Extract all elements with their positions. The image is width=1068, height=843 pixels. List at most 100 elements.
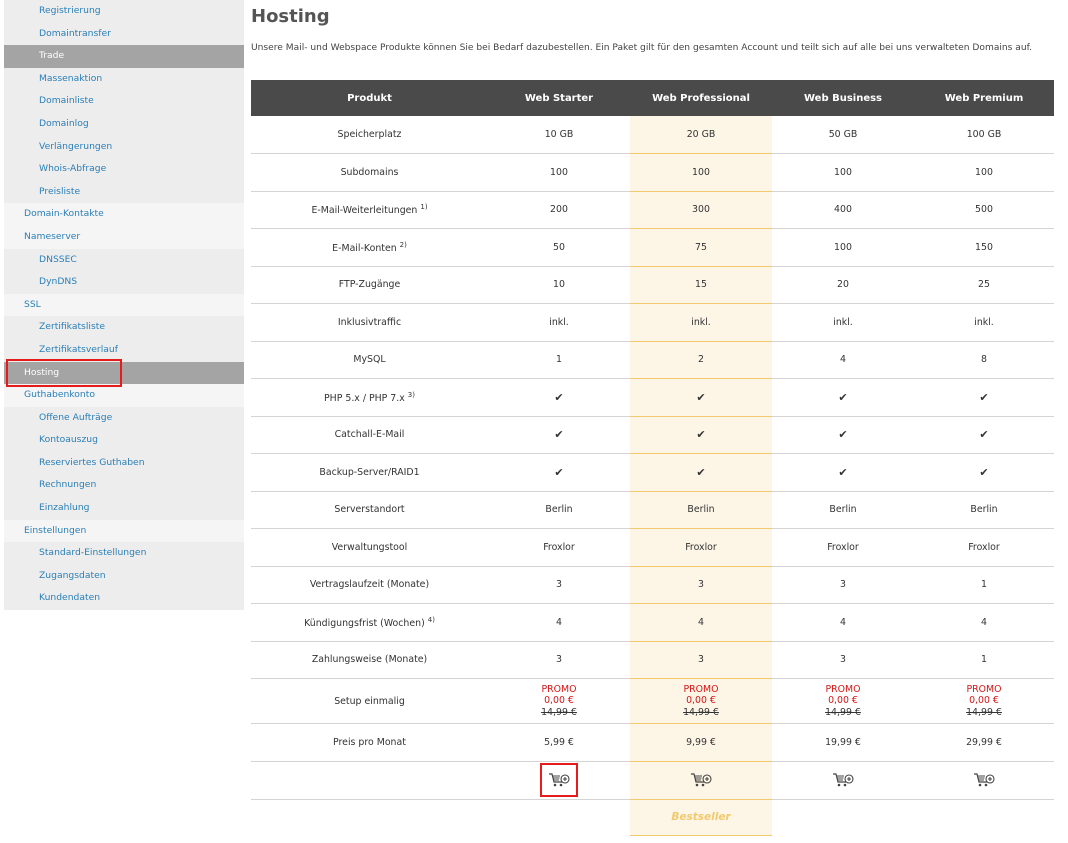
feature-value: Froxlor [914,528,1054,567]
feature-value-text: 10 [553,279,565,291]
sidebar-item-domaintransfer[interactable]: Domaintransfer [4,22,244,46]
feature-value: Berlin [488,491,630,529]
sidebar-item-dnssec[interactable]: DNSSEC [4,248,244,272]
cart-cell [630,761,772,800]
add-to-cart-web-professional-button[interactable] [690,772,712,788]
feature-value: 10 GB [488,116,630,154]
sidebar-item-offene-auftraege[interactable]: Offene Aufträge [4,406,244,430]
table-row: PHP 5.x / PHP 7.x 3) ✔ ✔ ✔ ✔ [251,378,1054,417]
feature-value: ✔ [772,378,914,417]
sidebar-item-hosting[interactable]: Hosting [4,361,244,385]
add-to-cart-web-starter-button[interactable] [548,772,570,788]
sidebar-item-ssl[interactable]: SSL [4,293,244,317]
feature-label: E-Mail-Weiterleitungen [311,205,418,217]
feature-label: PHP 5.x / PHP 7.x [324,392,405,404]
sidebar-item-einzahlung[interactable]: Einzahlung [4,497,244,520]
sidebar-item-guthabenkonto[interactable]: Guthabenkonto [4,384,244,407]
feature-label-cell: FTP-Zugänge [251,266,488,304]
setup-row: Setup einmalig PROMO 0,00 €14,99 € PROMO 0,0… [251,678,1054,724]
sidebar-item-nameserver[interactable]: Nameserver [4,225,244,249]
add-to-cart-web-business-button[interactable] [832,772,854,788]
feature-value: Berlin [772,491,914,529]
footnote-marker: 4) [427,615,435,624]
old-price: 14,99 € [541,706,577,718]
feature-value: 4 [772,603,914,642]
cart-add-icon [973,772,995,788]
feature-value: 100 GB [914,116,1054,154]
feature-value-text: 100 [692,166,710,178]
feature-value-text: 3 [556,654,562,666]
add-to-cart-web-premium-button[interactable] [973,772,995,788]
feature-value: 500 [914,191,1054,229]
sidebar-item-kundendaten[interactable]: Kundendaten [4,587,244,611]
bestseller-badge: Bestseller [671,811,731,823]
feature-value-text: inkl. [974,316,994,328]
sidebar-item-registrierung[interactable]: Registrierung [4,0,244,23]
feature-value-text: 50 [553,241,565,253]
sidebar-item-rechnungen[interactable]: Rechnungen [4,474,244,498]
sidebar-item-reserviertes-guthaben[interactable]: Reserviertes Guthaben [4,451,244,475]
feature-value-text: Froxlor [543,541,575,553]
feature-value: inkl. [630,303,772,342]
feature-label-cell: Speicherplatz [251,116,488,154]
sidebar-item-verlaengerungen[interactable]: Verlängerungen [4,135,244,159]
feature-value-text: 1 [981,579,987,591]
feature-value: Froxlor [488,528,630,567]
promo-price: 0,00 € [544,695,574,707]
feature-value: 3 [630,566,772,604]
footnote-marker: 2) [399,240,407,249]
feature-value: ✔ [914,453,1054,492]
sidebar-item-domain-kontakte[interactable]: Domain-Kontakte [4,203,244,226]
table-row: Kündigungsfrist (Wochen) 4) 4 4 4 4 [251,603,1054,642]
feature-label: MySQL [353,354,386,366]
feature-value-text: 20 GB [686,129,716,140]
sidebar-item-zugangsdaten[interactable]: Zugangsdaten [4,564,244,588]
feature-value-text: 100 [975,166,993,178]
sidebar-item-kontoauszug[interactable]: Kontoauszug [4,429,244,452]
header-produkt: Produkt [251,80,488,116]
cart-row [251,761,1054,800]
feature-value: 2 [630,341,772,379]
sidebar-item-trade[interactable]: Trade [4,45,244,68]
header-web-professional: Web Professional [630,80,772,116]
feature-value: 1 [488,341,630,379]
feature-value-text: inkl. [833,316,853,328]
header-web-starter: Web Starter [488,80,630,116]
feature-value: 3 [772,641,914,679]
sidebar-item-standard-einstellungen[interactable]: Standard-Einstellungen [4,542,244,565]
feature-value-text: Froxlor [968,541,1000,553]
feature-value-text: 4 [840,616,846,628]
sidebar-item-domainliste[interactable]: Domainliste [4,90,244,113]
feature-value: Berlin [630,491,772,529]
setup-label: Setup einmalig [251,678,488,724]
cart-cell [772,761,914,800]
sidebar-item-massenaktion[interactable]: Massenaktion [4,67,244,91]
table-row: Catchall-E-Mail ✔ ✔ ✔ ✔ [251,416,1054,454]
table-row: Subdomains 100 100 100 100 [251,153,1054,192]
pricing-table: Produkt Web Starter Web Professional Web… [251,80,1054,836]
sidebar-item-whois-abfrage[interactable]: Whois-Abfrage [4,158,244,181]
feature-value-text: 400 [834,204,852,216]
feature-label: Zahlungsweise (Monate) [311,654,428,666]
sidebar-item-dyndns[interactable]: DynDNS [4,271,244,294]
feature-label: Subdomains [340,166,399,178]
feature-value-text: Berlin [687,504,715,516]
checkmark-icon: ✔ [554,390,564,404]
feature-value-text: inkl. [691,316,711,328]
feature-value-text: 3 [556,579,562,591]
sidebar-item-zertifikatsliste[interactable]: Zertifikatsliste [4,316,244,339]
checkmark-icon: ✔ [696,390,706,404]
table-row: E-Mail-Konten 2) 50 75 100 150 [251,228,1054,267]
sidebar-item-zertifikatsverlauf[interactable]: Zertifikatsverlauf [4,338,244,362]
feature-value: 20 GB [630,116,772,154]
feature-value-text: 75 [695,241,707,253]
sidebar-item-einstellungen[interactable]: Einstellungen [4,519,244,543]
sidebar-item-preisliste[interactable]: Preisliste [4,180,244,204]
feature-label: Backup-Server/RAID1 [319,466,420,478]
sidebar-item-domainlog[interactable]: Domainlog [4,112,244,136]
feature-label: Vertragslaufzeit (Monate) [309,579,430,591]
promo-badge: PROMO [541,683,577,695]
checkmark-icon: ✔ [554,428,564,442]
feature-value: 1 [914,641,1054,679]
empty-cell [251,761,488,800]
